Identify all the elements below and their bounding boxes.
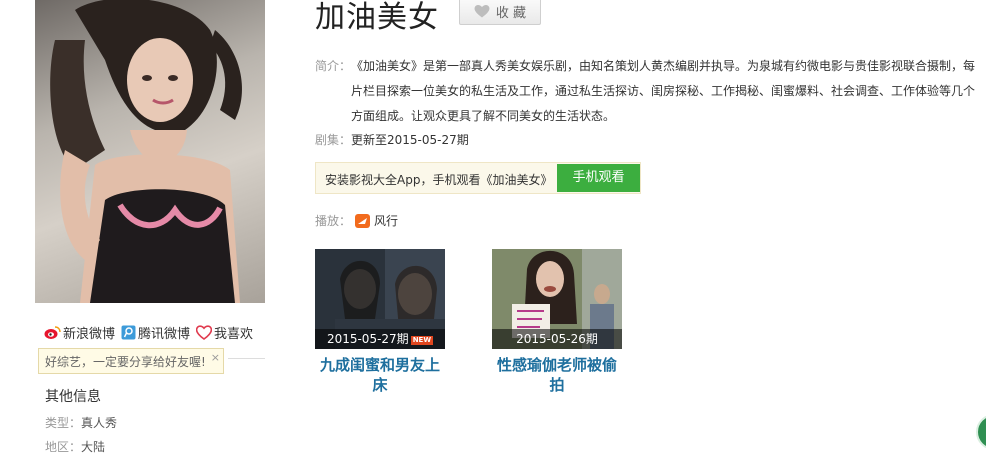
weibo-icon bbox=[44, 326, 61, 339]
share-weibo[interactable]: 新浪微博 bbox=[44, 323, 115, 342]
meta-type-value[interactable]: 真人秀 bbox=[81, 416, 117, 430]
share-tencent-label: 腾讯微博 bbox=[138, 327, 191, 342]
play-source-funshion[interactable]: 风行 bbox=[355, 212, 398, 229]
meta-region-label: 地区： bbox=[45, 440, 82, 454]
meta-type: 类型：真人秀 bbox=[45, 414, 117, 431]
episode-date-text: 2015-05-26期 bbox=[516, 332, 598, 346]
meta-region-value[interactable]: 大陆 bbox=[81, 440, 105, 454]
share-weibo-label: 新浪微博 bbox=[63, 327, 116, 342]
poster-illustration bbox=[50, 0, 243, 303]
close-icon[interactable]: × bbox=[211, 345, 220, 371]
meta-region: 地区：大陆 bbox=[45, 438, 105, 455]
favorite-button[interactable]: 收 藏 bbox=[459, 0, 541, 25]
play-label: 播放： bbox=[315, 214, 352, 228]
episode-date-text: 2015-05-27期 bbox=[326, 332, 409, 346]
app-promo-bar: 安装影视大全App，手机观看《加油美女》 手机观看 bbox=[315, 162, 641, 194]
like-label: 我喜欢 bbox=[214, 327, 254, 342]
divider bbox=[228, 358, 265, 359]
heart-icon bbox=[474, 5, 490, 18]
share-bar: 新浪微博 腾讯微博 我喜欢 bbox=[44, 323, 253, 342]
play-sources: 播放： 风行 bbox=[315, 212, 398, 229]
funshion-icon bbox=[355, 213, 371, 228]
intro-text: 《加油美女》是第一部真人秀美女娱乐剧，由知名策划人黄杰编剧并执导。为泉城有约微电… bbox=[351, 59, 976, 123]
new-badge: NEW bbox=[410, 336, 434, 345]
share-tooltip-text: 好综艺，一定要分享给好友喔! bbox=[45, 355, 206, 369]
mobile-watch-button[interactable]: 手机观看 bbox=[557, 164, 640, 192]
heart-icon bbox=[196, 325, 213, 340]
intro-label: 简介： bbox=[315, 59, 352, 73]
favorite-label: 收 藏 bbox=[495, 5, 527, 21]
episode-thumbnail[interactable]: 2015-05-27期 NEW bbox=[315, 249, 445, 349]
meta-type-label: 类型： bbox=[45, 416, 82, 430]
episodes-info: 剧集：更新至2015-05-27期 bbox=[315, 131, 469, 148]
intro: 简介： 《加油美女》是第一部真人秀美女娱乐剧，由知名策划人黄杰编剧并执导。为泉城… bbox=[315, 54, 977, 129]
episode-thumbnail[interactable]: 2015-05-26期 bbox=[492, 249, 622, 349]
floating-action-button[interactable] bbox=[976, 414, 986, 450]
episodes-label: 剧集： bbox=[315, 133, 352, 147]
episode-date: 2015-05-26期 bbox=[492, 329, 622, 349]
share-tencent[interactable]: 腾讯微博 bbox=[121, 323, 190, 342]
other-info-title: 其他信息 bbox=[45, 389, 101, 405]
episode-title[interactable]: 九成闺蜜和男友上床 bbox=[315, 355, 445, 395]
tencent-weibo-icon bbox=[121, 325, 136, 340]
page-title: 加油美女 bbox=[315, 0, 439, 35]
like-button[interactable]: 我喜欢 bbox=[196, 323, 253, 342]
play-source-label: 风行 bbox=[374, 214, 399, 228]
episodes-value: 更新至2015-05-27期 bbox=[351, 133, 469, 147]
app-promo-text: 安装影视大全App，手机观看《加油美女》 bbox=[325, 173, 553, 187]
episode-date: 2015-05-27期 NEW bbox=[315, 329, 445, 349]
episode-title[interactable]: 性感瑜伽老师被偷拍 bbox=[492, 355, 622, 395]
share-tooltip: 好综艺，一定要分享给好友喔! × bbox=[38, 348, 224, 374]
show-poster[interactable] bbox=[35, 0, 265, 303]
